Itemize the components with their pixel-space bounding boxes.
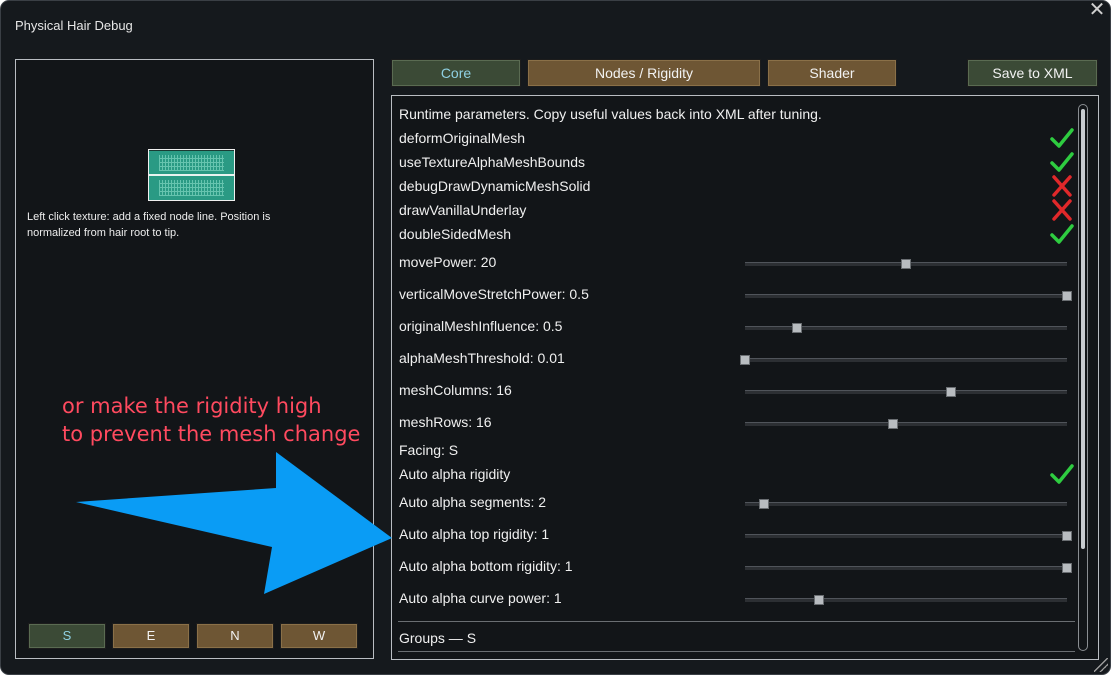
tab-core[interactable]: Core <box>391 59 521 87</box>
check-icon[interactable] <box>1050 463 1074 485</box>
settings-intro: Runtime parameters. Copy useful values b… <box>399 106 822 122</box>
toggle-label: debugDrawDynamicMeshSolid <box>399 178 591 194</box>
slider-thumb[interactable] <box>759 499 770 509</box>
facing-label: Facing: S <box>399 442 459 458</box>
alpha-mesh-threshold-slider[interactable] <box>740 355 1067 365</box>
settings-panel: Runtime parameters. Copy useful values b… <box>391 95 1099 660</box>
cross-icon[interactable] <box>1050 175 1074 197</box>
check-icon[interactable] <box>1050 151 1074 173</box>
vertical-move-stretch-power-slider[interactable] <box>745 291 1072 301</box>
slider-label: movePower: 20 <box>399 254 497 270</box>
direction-west-button[interactable]: W <box>280 623 358 649</box>
direction-north-button[interactable]: N <box>196 623 274 649</box>
slider-label: meshColumns: 16 <box>399 382 512 398</box>
slider-label: Auto alpha bottom rigidity: 1 <box>399 558 573 574</box>
annotation-line: to prevent the mesh change <box>62 422 361 446</box>
slider-thumb[interactable] <box>1062 563 1072 573</box>
toggle-label: Auto alpha rigidity <box>399 466 511 482</box>
hair-texture-preview[interactable] <box>148 149 235 201</box>
slider-thumb[interactable] <box>946 387 957 397</box>
toggle-label: drawVanillaUnderlay <box>399 202 527 218</box>
slider-thumb[interactable] <box>1062 531 1072 541</box>
physical-hair-debug-window: Physical Hair Debug ✕ Left click texture… <box>0 0 1111 675</box>
slider-thumb[interactable] <box>888 419 899 429</box>
tab-nodes-rigidity[interactable]: Nodes / Rigidity <box>527 59 761 87</box>
slider-thumb[interactable] <box>1062 291 1072 301</box>
annotation-line: or make the rigidity high <box>62 394 322 418</box>
save-to-xml-button[interactable]: Save to XML <box>967 59 1098 87</box>
slider-label: Auto alpha top rigidity: 1 <box>399 526 550 542</box>
texture-help-text: Left click texture: add a fixed node lin… <box>27 211 271 239</box>
check-icon[interactable] <box>1050 127 1074 149</box>
window-title: Physical Hair Debug <box>15 18 133 33</box>
slider-label: originalMeshInfluence: 0.5 <box>399 318 563 334</box>
auto-alpha-bottom-rigidity-slider[interactable] <box>745 563 1072 573</box>
auto-alpha-curve-power-slider[interactable] <box>745 595 1067 605</box>
slider-thumb[interactable] <box>740 355 750 365</box>
texture-top-half <box>149 151 234 175</box>
section-divider <box>398 651 1075 652</box>
texture-bottom-half <box>149 176 234 200</box>
slider-label: meshRows: 16 <box>399 414 492 430</box>
original-mesh-influence-slider[interactable] <box>745 323 1067 333</box>
toggle-label: doubleSidedMesh <box>399 226 512 242</box>
groups-header: Groups — S <box>399 630 477 646</box>
scrollbar-thumb[interactable] <box>1081 109 1085 549</box>
slider-thumb[interactable] <box>791 323 802 333</box>
settings-scrollbar[interactable] <box>1078 104 1088 651</box>
tab-shader[interactable]: Shader <box>767 59 897 87</box>
toggle-label: useTextureAlphaMeshBounds <box>399 154 586 170</box>
auto-alpha-top-rigidity-slider[interactable] <box>745 531 1072 541</box>
slider-label: alphaMeshThreshold: 0.01 <box>399 350 565 366</box>
slider-label: verticalMoveStretchPower: 0.5 <box>399 286 589 302</box>
slider-thumb[interactable] <box>901 259 911 269</box>
cross-icon[interactable] <box>1050 199 1074 221</box>
slider-label: Auto alpha segments: 2 <box>399 494 547 510</box>
move-power-slider[interactable] <box>745 259 1067 269</box>
texture-panel: Left click texture: add a fixed node lin… <box>15 59 374 659</box>
toggle-label: deformOriginalMesh <box>399 130 526 146</box>
direction-east-button[interactable]: E <box>112 623 190 649</box>
mesh-rows-slider[interactable] <box>745 419 1067 429</box>
mesh-columns-slider[interactable] <box>745 387 1067 397</box>
direction-south-button[interactable]: S <box>28 623 106 649</box>
section-divider <box>398 621 1075 622</box>
resize-grip-icon[interactable] <box>1094 658 1108 672</box>
close-button[interactable]: ✕ <box>1086 1 1108 21</box>
slider-thumb[interactable] <box>814 595 825 605</box>
check-icon[interactable] <box>1050 223 1074 245</box>
slider-label: Auto alpha curve power: 1 <box>399 590 562 606</box>
auto-alpha-segments-slider[interactable] <box>745 499 1067 509</box>
annotation-text: or make the rigidity high to prevent the… <box>62 392 360 448</box>
